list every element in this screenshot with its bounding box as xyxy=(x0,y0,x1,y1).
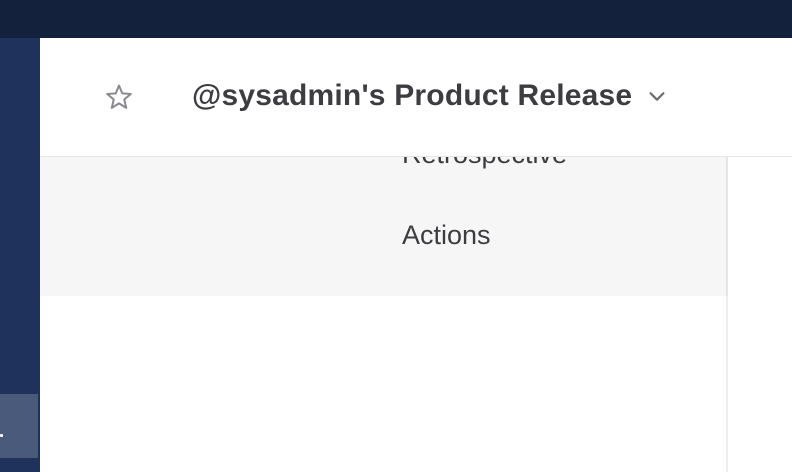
team-sidebar xyxy=(0,38,40,472)
main-area: @sysadmin's Product Release Retrospectiv… xyxy=(40,38,792,472)
star-icon[interactable] xyxy=(104,82,134,112)
right-panel xyxy=(728,157,792,472)
menu-item-actions[interactable]: Actions xyxy=(402,218,491,252)
sidebar-active-team[interactable] xyxy=(0,394,38,458)
content-area xyxy=(40,296,728,472)
channel-header: @sysadmin's Product Release xyxy=(40,38,792,157)
sidebar-indicator xyxy=(0,434,3,437)
channel-title[interactable]: @sysadmin's Product Release xyxy=(192,76,632,116)
top-bar xyxy=(0,0,792,38)
chevron-down-icon[interactable] xyxy=(646,85,668,107)
channel-menu-panel: Retrospective Actions xyxy=(40,139,728,296)
